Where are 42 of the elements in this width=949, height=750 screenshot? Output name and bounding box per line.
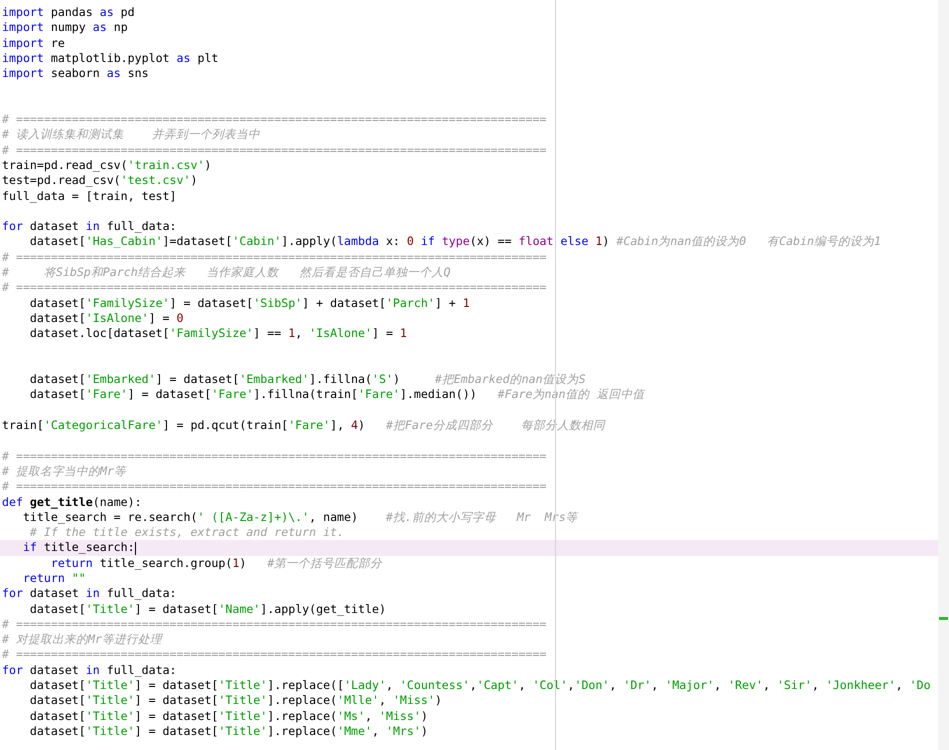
- code-line: dataset['Title'] = dataset['Name'].apply(get_title): [28, 602, 386, 616]
- code-line: # ============================================================================: [2, 112, 546, 126]
- code-line: import numpy as np: [2, 20, 128, 34]
- code-line: # ============================================================================: [2, 142, 546, 157]
- code-line: train['CategoricalFare'] = pd.qcut(train['Fare'], 4) #把Fare分成四部分 每部分人数相同: [2, 418, 605, 432]
- code-line: import seaborn as sns: [2, 66, 149, 80]
- code-line: dataset['IsAlone'] = 0: [28, 310, 184, 325]
- code-line: import pandas as pd: [2, 5, 135, 19]
- code-line: dataset['Has_Cabin']=dataset['Cabin'].apply(lambda x: 0 if type(x) == float else 1) #Cabin为nan值的设为0 有Cabin编号的设为1: [28, 234, 881, 248]
- code-line: # 对提取出来的Mr等进行处理: [2, 632, 162, 646]
- code-editor[interactable]: [0, 0, 949, 750]
- code-line: dataset['Embarked'] = dataset['Embarked'].fillna('S') #把Embarked的nan值设为S: [28, 372, 586, 386]
- current-code-line: if title_search:: [22, 540, 136, 554]
- code-line: # ============================================================================: [2, 616, 546, 631]
- code-line: return "": [22, 570, 86, 585]
- code-line: dataset['Title'] = dataset['Title'].replace('Mme', 'Mrs'): [28, 724, 428, 738]
- code-line: # If the title exists, extract and return it.: [28, 525, 344, 540]
- code-line: dataset['Title'] = dataset['Title'].replace('Mlle', 'Miss'): [28, 693, 442, 708]
- code-line: for dataset in full_data:: [2, 219, 177, 234]
- code-line: for dataset in full_data:: [2, 662, 177, 677]
- code-line: # ============================================================================: [2, 448, 546, 463]
- code-line: dataset['FamilySize'] = dataset['SibSp'] + dataset['Parch'] + 1: [28, 296, 470, 310]
- code-line: return title_search.group(1) #第一个括号匹配部分: [50, 556, 382, 570]
- code-line: # ============================================================================: [2, 479, 546, 494]
- code-line: for dataset in full_data:: [2, 586, 177, 600]
- code-line: # ============================================================================: [2, 250, 546, 264]
- code-line: import re: [2, 36, 65, 50]
- code-line: full_data = [train, test]: [2, 188, 177, 203]
- code-line: title_search = re.search(' ([A-Za-z]+)\.', name) #找.前的大小写字母 Mr Mrs等: [22, 510, 578, 524]
- code-line: # 将SibSp和Parch结合起来 当作家庭人数 然后看是否自己单独一个人Q: [2, 265, 451, 280]
- code-line: def get_title(name):: [2, 494, 142, 508]
- code-line: test=pd.read_csv('test.csv'): [2, 173, 198, 188]
- code-line: import matplotlib.pyplot as plt: [2, 50, 218, 65]
- code-line: dataset.loc[dataset['FamilySize'] == 1, 'IsAlone'] = 1: [28, 326, 407, 340]
- change-marker: [939, 617, 948, 620]
- code-line: # 读入训练集和测试集 并弄到一个列表当中: [2, 127, 260, 142]
- code-line: dataset['Title'] = dataset['Title'].replace('Ms', 'Miss'): [28, 708, 428, 723]
- code-line: # 提取名字当中的Mr等: [2, 464, 126, 478]
- code-line: train=pd.read_csv('train.csv'): [2, 158, 212, 172]
- code-line: # ============================================================================: [2, 280, 546, 294]
- code-line: # ============================================================================: [2, 647, 546, 662]
- code-line: dataset['Title'] = dataset['Title'].replace(['Lady', 'Countess','Capt', 'Col','Don', 'Dr', 'Major', 'Rev', 'Sir', 'Jonkheer', 'Do: [28, 678, 931, 692]
